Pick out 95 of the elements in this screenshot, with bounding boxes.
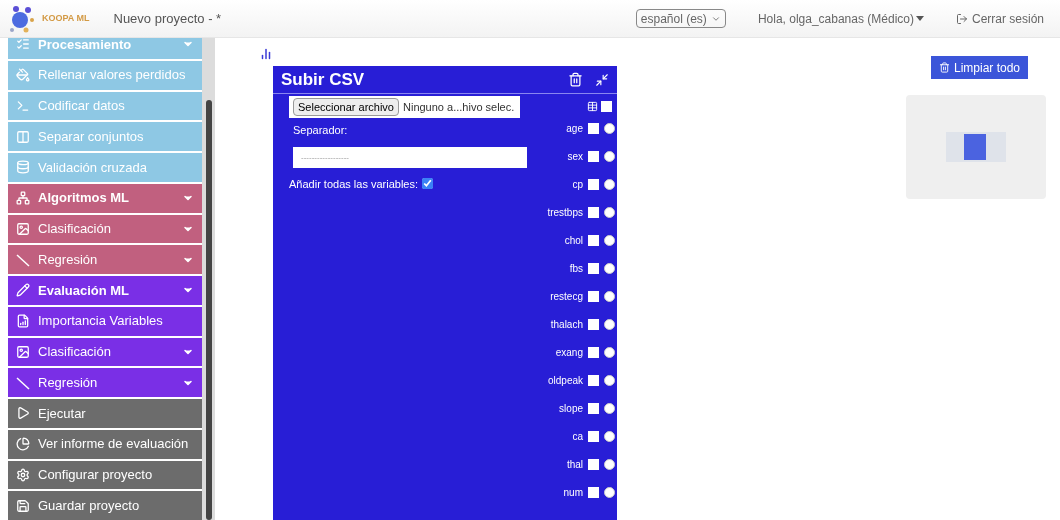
file-status: Ninguno a...hivo selec.: [403, 99, 515, 115]
minimap[interactable]: [906, 95, 1046, 199]
variable-label: fbs: [569, 261, 583, 276]
variable-label: thal: [566, 457, 583, 472]
separator-field[interactable]: ------------------: [293, 146, 527, 168]
pie-chart-icon: [16, 437, 30, 452]
variable-checkbox[interactable]: [588, 206, 599, 218]
logo-text: KOOPA ML: [42, 11, 90, 25]
variable-label: oldpeak: [547, 373, 583, 388]
variable-checkbox[interactable]: [588, 234, 599, 246]
variable-label: age: [566, 121, 583, 136]
output-port[interactable]: [604, 346, 615, 358]
output-port[interactable]: [604, 122, 615, 134]
variable-checkbox[interactable]: [588, 402, 599, 414]
choose-file-button[interactable]: Seleccionar archivo: [293, 97, 399, 117]
scrollbar-thumb[interactable]: [205, 100, 212, 520]
variable-label: slope: [559, 401, 583, 416]
output-port[interactable]: [604, 206, 615, 218]
output-port[interactable]: [604, 234, 615, 246]
trash-icon[interactable]: [568, 72, 583, 87]
table-icon: [587, 100, 598, 112]
variable-label: thalach: [550, 317, 583, 332]
split-icon: [16, 129, 30, 144]
chart-file-icon: [16, 314, 30, 329]
add-all-checkbox[interactable]: [422, 178, 433, 190]
variable-checkbox[interactable]: [588, 290, 599, 302]
sidebar-item[interactable]: Regresión: [8, 368, 202, 397]
variable-label: chol: [564, 233, 583, 248]
variable-checkbox[interactable]: [588, 430, 599, 442]
sidebar-section[interactable]: Evaluación ML: [8, 276, 202, 305]
add-all-label: Añadir todas las variables:: [289, 176, 418, 192]
sidebar-section[interactable]: Algoritmos ML: [8, 183, 202, 213]
sidebar-item[interactable]: Ejecutar: [8, 399, 202, 428]
save-icon: [16, 498, 30, 513]
variable-label: sex: [567, 149, 583, 164]
output-port[interactable]: [604, 486, 615, 498]
sidebar-item[interactable]: Configurar proyecto: [8, 460, 202, 490]
separator-label: Separador:: [293, 123, 349, 138]
sidebar-item[interactable]: Importancia Variables: [8, 306, 202, 336]
output-port[interactable]: [604, 374, 615, 386]
variable-label: exang: [555, 345, 583, 360]
trash-icon: [938, 62, 950, 73]
minimap-drawing: [946, 132, 1006, 162]
logout-icon: [955, 12, 968, 25]
database-icon: [16, 160, 30, 175]
output-port[interactable]: [604, 178, 615, 190]
diagonal-line-icon: [16, 252, 30, 267]
variable-checkbox[interactable]: [588, 262, 599, 274]
user-menu[interactable]: Hola, olga_cabanas (Médico): [757, 9, 924, 28]
settings-icon: [16, 467, 30, 482]
csv-block[interactable]: Subir CSV Seleccionar archivo Ninguno a...hivo selec. Separador: ------------------ Añadir todas las variables: age sex cp trestbps chol fbs restecg thalach exang oldpeak slope ca thal num: [273, 66, 617, 520]
sidebar-item[interactable]: Guardar proyecto: [8, 491, 202, 520]
table-checkbox[interactable]: [601, 100, 612, 112]
variable-checkbox[interactable]: [588, 458, 599, 470]
output-port[interactable]: [604, 318, 615, 330]
pencil-icon: [16, 283, 30, 298]
output-port[interactable]: [604, 430, 615, 442]
language-select[interactable]: español (es): [635, 9, 726, 28]
output-port[interactable]: [604, 402, 615, 414]
sidebar-item[interactable]: Regresión: [8, 245, 202, 274]
project-title: Nuevo proyecto - *: [113, 9, 222, 28]
checklist-icon: [16, 38, 30, 52]
terminal-icon: [16, 98, 30, 113]
variable-checkbox[interactable]: [588, 318, 599, 330]
variable-checkbox[interactable]: [588, 486, 599, 498]
network-icon: [16, 191, 30, 206]
variable-checkbox[interactable]: [588, 122, 599, 134]
file-input[interactable]: Seleccionar archivo Ninguno a...hivo selec.: [289, 96, 520, 118]
output-port[interactable]: [604, 150, 615, 162]
collapse-icon[interactable]: [595, 72, 609, 87]
paint-bucket-icon: [16, 68, 30, 83]
variable-label: cp: [572, 177, 583, 192]
sidebar-item[interactable]: Clasificación: [8, 337, 202, 367]
picture-icon: [16, 344, 30, 359]
variable-checkbox[interactable]: [588, 346, 599, 358]
variable-label: num: [563, 485, 583, 500]
output-port[interactable]: [604, 458, 615, 470]
clear-all-button[interactable]: Limpiar todo: [930, 56, 1028, 79]
picture-icon: [16, 221, 30, 236]
play-icon: [16, 406, 30, 421]
output-port[interactable]: [604, 262, 615, 274]
bar-chart-icon[interactable]: [260, 48, 272, 60]
sidebar-item[interactable]: Ver informe de evaluación: [8, 429, 202, 459]
diagonal-line-icon: [16, 375, 30, 390]
variable-checkbox[interactable]: [588, 374, 599, 386]
variable-label: restecg: [550, 289, 583, 304]
variable-label: trestbps: [547, 205, 583, 220]
logout-link[interactable]: Cerrar sesión: [955, 9, 1044, 28]
variable-label: ca: [572, 429, 583, 444]
variable-checkbox[interactable]: [588, 150, 599, 162]
variable-checkbox[interactable]: [588, 178, 599, 190]
caret-icon: [915, 15, 924, 22]
sidebar-item[interactable]: Clasificación: [8, 214, 202, 244]
output-port[interactable]: [604, 290, 615, 302]
block-title: Subir CSV: [281, 68, 366, 91]
